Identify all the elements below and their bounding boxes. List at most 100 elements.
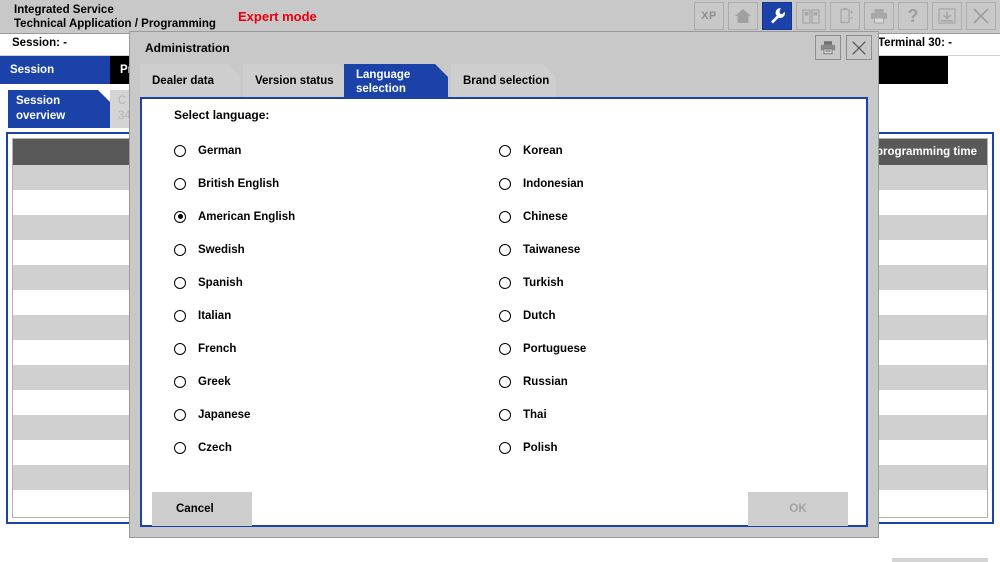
terminal-status: Terminal 30: - bbox=[878, 37, 952, 49]
radio-japanese[interactable]: Japanese bbox=[174, 398, 499, 431]
radio-icon bbox=[174, 144, 186, 157]
help-button[interactable]: ? bbox=[898, 2, 928, 30]
radio-greek[interactable]: Greek bbox=[174, 365, 499, 398]
radio-taiwanese[interactable]: Taiwanese bbox=[499, 233, 824, 266]
radio-chinese[interactable]: Chinese bbox=[499, 200, 824, 233]
wrench-icon bbox=[771, 8, 785, 24]
radio-label: Czech bbox=[198, 441, 232, 454]
tab-language-selection-label-line1: Language bbox=[356, 69, 411, 81]
radio-portuguese[interactable]: Portuguese bbox=[499, 332, 824, 365]
radio-icon bbox=[174, 177, 186, 190]
tab-language-selection[interactable]: Language selection bbox=[344, 64, 448, 97]
tab-language-selection-label-line2: selection bbox=[356, 83, 406, 95]
radio-polish[interactable]: Polish bbox=[499, 431, 824, 464]
settings-button[interactable] bbox=[762, 2, 792, 30]
radio-swedish[interactable]: Swedish bbox=[174, 233, 499, 266]
radio-british-english[interactable]: British English bbox=[174, 167, 499, 200]
home-icon bbox=[735, 9, 751, 23]
application-window: Integrated Service Technical Application… bbox=[0, 0, 1000, 562]
administration-dialog: Administration Dealer data Version statu… bbox=[130, 32, 878, 537]
radio-label: Chinese bbox=[523, 210, 568, 223]
dialog-titlebar: Administration bbox=[130, 32, 878, 64]
home-button[interactable] bbox=[728, 2, 758, 30]
sub-tab-session-overview-label: Session overview bbox=[16, 95, 66, 122]
radio-label: Polish bbox=[523, 441, 558, 454]
radio-selected-icon bbox=[174, 210, 186, 223]
radio-label: Korean bbox=[523, 144, 563, 157]
battery-icon bbox=[840, 7, 853, 24]
radio-thai[interactable]: Thai bbox=[499, 398, 824, 431]
radio-turkish[interactable]: Turkish bbox=[499, 266, 824, 299]
radio-icon bbox=[499, 342, 511, 355]
radio-french[interactable]: French bbox=[174, 332, 499, 365]
xp-icon: XP bbox=[701, 10, 717, 22]
radio-dutch[interactable]: Dutch bbox=[499, 299, 824, 332]
radio-label: Taiwanese bbox=[523, 243, 581, 256]
radio-icon bbox=[499, 276, 511, 289]
radio-icon bbox=[174, 441, 186, 454]
battery-button[interactable] bbox=[830, 2, 860, 30]
xp-badge-button[interactable]: XP bbox=[694, 2, 724, 30]
radio-icon bbox=[174, 309, 186, 322]
radio-icon bbox=[499, 144, 511, 157]
minimize-button[interactable] bbox=[932, 2, 962, 30]
radio-label: American English bbox=[198, 210, 296, 223]
dialog-print-button[interactable] bbox=[815, 35, 841, 60]
radio-label: French bbox=[198, 342, 237, 355]
sub-tab-secondary-label: C 34 bbox=[118, 95, 131, 122]
app-header: Integrated Service Technical Application… bbox=[0, 0, 1000, 34]
radio-label: Dutch bbox=[523, 309, 556, 322]
tab-dealer-data[interactable]: Dealer data bbox=[140, 64, 240, 97]
tab-brand-selection[interactable]: Brand selection bbox=[451, 64, 556, 97]
dialog-tab-bar: Dealer data Version status Language sele… bbox=[130, 64, 878, 97]
radio-icon bbox=[174, 243, 186, 256]
radio-label: Thai bbox=[523, 408, 547, 421]
radio-spanish[interactable]: Spanish bbox=[174, 266, 499, 299]
radio-label: Portuguese bbox=[523, 342, 587, 355]
select-language-label: Select language: bbox=[174, 108, 270, 122]
radio-label: Spanish bbox=[198, 276, 243, 289]
radio-icon bbox=[499, 177, 511, 190]
radio-german[interactable]: German bbox=[174, 134, 499, 167]
radio-icon bbox=[499, 408, 511, 421]
close-icon bbox=[973, 8, 989, 24]
radio-american-english[interactable]: American English bbox=[174, 200, 499, 233]
close-app-button[interactable] bbox=[966, 2, 996, 30]
main-tab-session[interactable]: Session bbox=[0, 56, 110, 84]
vehicle-data-button[interactable] bbox=[796, 2, 826, 30]
printer-icon bbox=[871, 9, 887, 24]
radio-label: German bbox=[198, 144, 242, 157]
radio-russian[interactable]: Russian bbox=[499, 365, 824, 398]
dialog-title: Administration bbox=[145, 41, 230, 55]
expert-mode-label: Expert mode bbox=[238, 9, 317, 24]
continue-button[interactable]: Continue bbox=[892, 558, 988, 562]
radio-czech[interactable]: Czech bbox=[174, 431, 499, 464]
radio-indonesian[interactable]: Indonesian bbox=[499, 167, 824, 200]
question-icon: ? bbox=[907, 6, 919, 26]
language-radio-group: German British English American English … bbox=[174, 134, 824, 464]
radio-icon bbox=[499, 375, 511, 388]
radio-icon bbox=[499, 210, 511, 223]
radio-label: British English bbox=[198, 177, 280, 190]
radio-icon bbox=[499, 309, 511, 322]
language-column-right: Korean Indonesian Chinese Taiwanese Turk… bbox=[499, 134, 824, 464]
radio-label: Italian bbox=[198, 309, 232, 322]
tab-version-status[interactable]: Version status bbox=[243, 64, 351, 97]
radio-italian[interactable]: Italian bbox=[174, 299, 499, 332]
print-button[interactable] bbox=[864, 2, 894, 30]
tab-dealer-data-label: Dealer data bbox=[152, 75, 215, 87]
radio-label: Swedish bbox=[198, 243, 245, 256]
sub-tab-session-overview[interactable]: Session overview bbox=[8, 90, 110, 128]
radio-label: Greek bbox=[198, 375, 231, 388]
radio-icon bbox=[174, 375, 186, 388]
card-icon bbox=[802, 8, 820, 24]
dialog-close-button[interactable] bbox=[846, 35, 872, 60]
radio-icon bbox=[174, 276, 186, 289]
session-status: Session: - bbox=[12, 37, 67, 49]
radio-label: Russian bbox=[523, 375, 568, 388]
cancel-button[interactable]: Cancel bbox=[152, 492, 252, 526]
tray-down-icon bbox=[938, 8, 956, 24]
close-icon bbox=[852, 40, 866, 55]
tab-version-status-label: Version status bbox=[255, 75, 334, 87]
radio-korean[interactable]: Korean bbox=[499, 134, 824, 167]
